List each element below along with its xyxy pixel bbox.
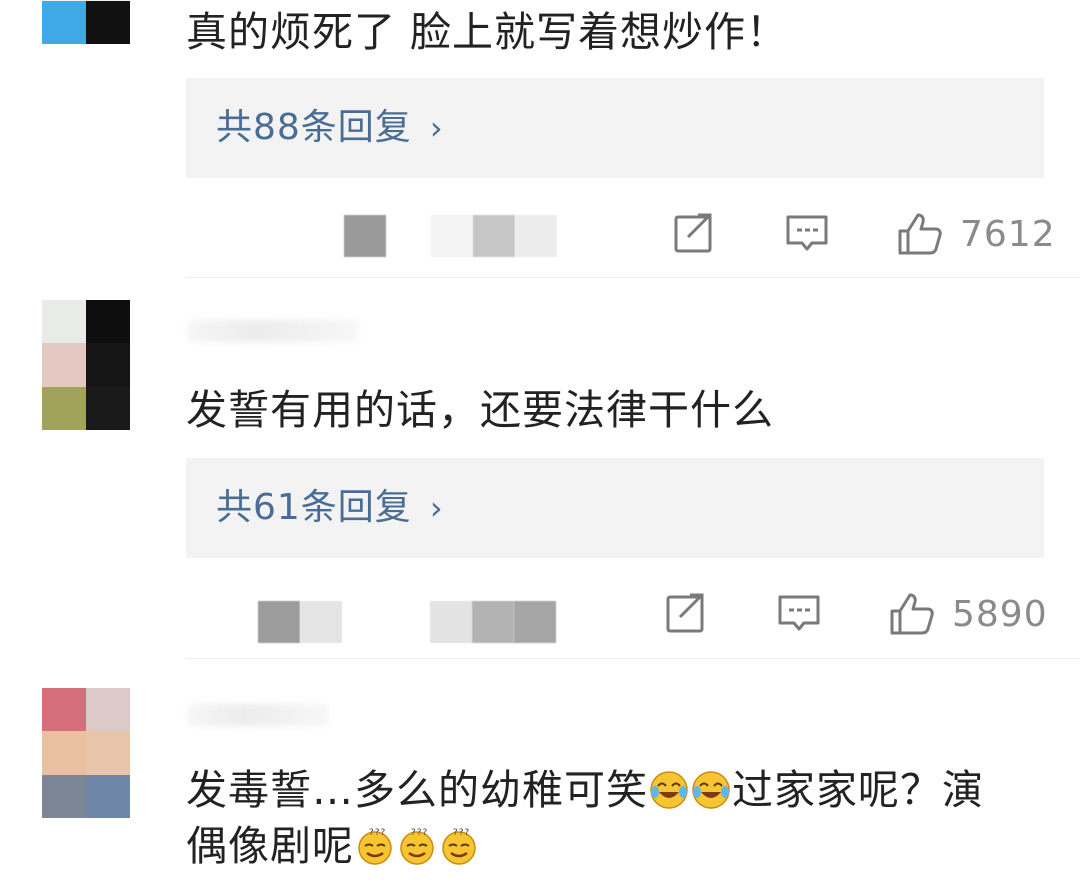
comment-button[interactable]	[784, 211, 830, 255]
redacted-block	[258, 601, 300, 643]
comment-text: 真的烦死了 脸上就写着想炒作！	[186, 8, 789, 56]
redacted-block	[473, 215, 515, 257]
avatar[interactable]	[42, 688, 130, 818]
redacted-block	[430, 601, 472, 643]
comment-text-part: 发毒誓…多么的幼稚可笑	[186, 766, 648, 814]
username-redacted	[188, 320, 358, 342]
chevron-right-icon: ›	[429, 489, 444, 527]
svg-text:???: ???	[369, 828, 386, 838]
redacted-block	[515, 215, 557, 257]
username-redacted	[188, 704, 328, 726]
comment-item: 发毒誓…多么的幼稚可笑 过家家呢？演 偶像剧呢 ??? ??? ???	[0, 660, 1080, 889]
like-button[interactable]: 5890	[888, 591, 1048, 637]
view-replies-link[interactable]: 共61条回复 ›	[216, 488, 444, 528]
thumbs-up-icon	[898, 213, 942, 255]
reply-box[interactable]: 共88条回复 ›	[186, 78, 1044, 178]
dizzy-emoji-icon: ???	[400, 828, 434, 865]
avatar[interactable]	[42, 300, 130, 430]
share-icon	[666, 593, 704, 633]
divider	[186, 658, 1080, 659]
like-count: 5890	[952, 593, 1048, 635]
redacted-block	[300, 601, 342, 643]
avatar[interactable]	[42, 0, 130, 44]
divider	[186, 277, 1080, 278]
comment-item: 发誓有用的话，还要法律干什么 共61条回复 › 5890	[0, 280, 1080, 660]
redacted-block	[344, 215, 386, 257]
comment-icon	[786, 215, 828, 251]
comment-meta-row: 7612	[186, 205, 1055, 265]
reply-count-label: 共61条回复	[216, 487, 412, 528]
comment-text: 发毒誓…多么的幼稚可笑 过家家呢？演 偶像剧呢 ??? ??? ???	[186, 762, 1044, 874]
comment-meta-row: 5890	[186, 585, 1047, 645]
dizzy-emoji-icon: ???	[358, 828, 392, 865]
thumbs-up-icon	[890, 593, 934, 635]
comment-button[interactable]	[776, 591, 822, 635]
repost-button[interactable]	[664, 591, 708, 635]
comment-text: 发誓有用的话，还要法律干什么	[186, 386, 774, 434]
chevron-right-icon: ›	[429, 109, 444, 147]
laugh-cry-emoji-icon	[650, 771, 688, 809]
svg-text:???: ???	[411, 828, 428, 838]
redacted-block	[514, 601, 556, 643]
redacted-block	[431, 215, 473, 257]
like-button[interactable]: 7612	[896, 211, 1056, 257]
view-replies-link[interactable]: 共88条回复 ›	[216, 108, 444, 148]
dizzy-emoji-icon: ???	[442, 828, 476, 865]
reply-count-label: 共88条回复	[216, 107, 412, 148]
like-count: 7612	[960, 213, 1056, 255]
repost-button[interactable]	[672, 211, 716, 255]
redacted-block	[472, 601, 514, 643]
comment-icon	[778, 595, 820, 631]
share-icon	[674, 213, 712, 253]
comment-item: 真的烦死了 脸上就写着想炒作！ 共88条回复 › 7612	[0, 0, 1080, 280]
laugh-cry-emoji-icon	[692, 771, 730, 809]
comment-text-part: 过家家呢？演	[732, 766, 984, 814]
svg-text:???: ???	[453, 828, 470, 838]
comment-text-part: 偶像剧呢	[186, 822, 354, 870]
reply-box[interactable]: 共61条回复 ›	[186, 458, 1044, 558]
